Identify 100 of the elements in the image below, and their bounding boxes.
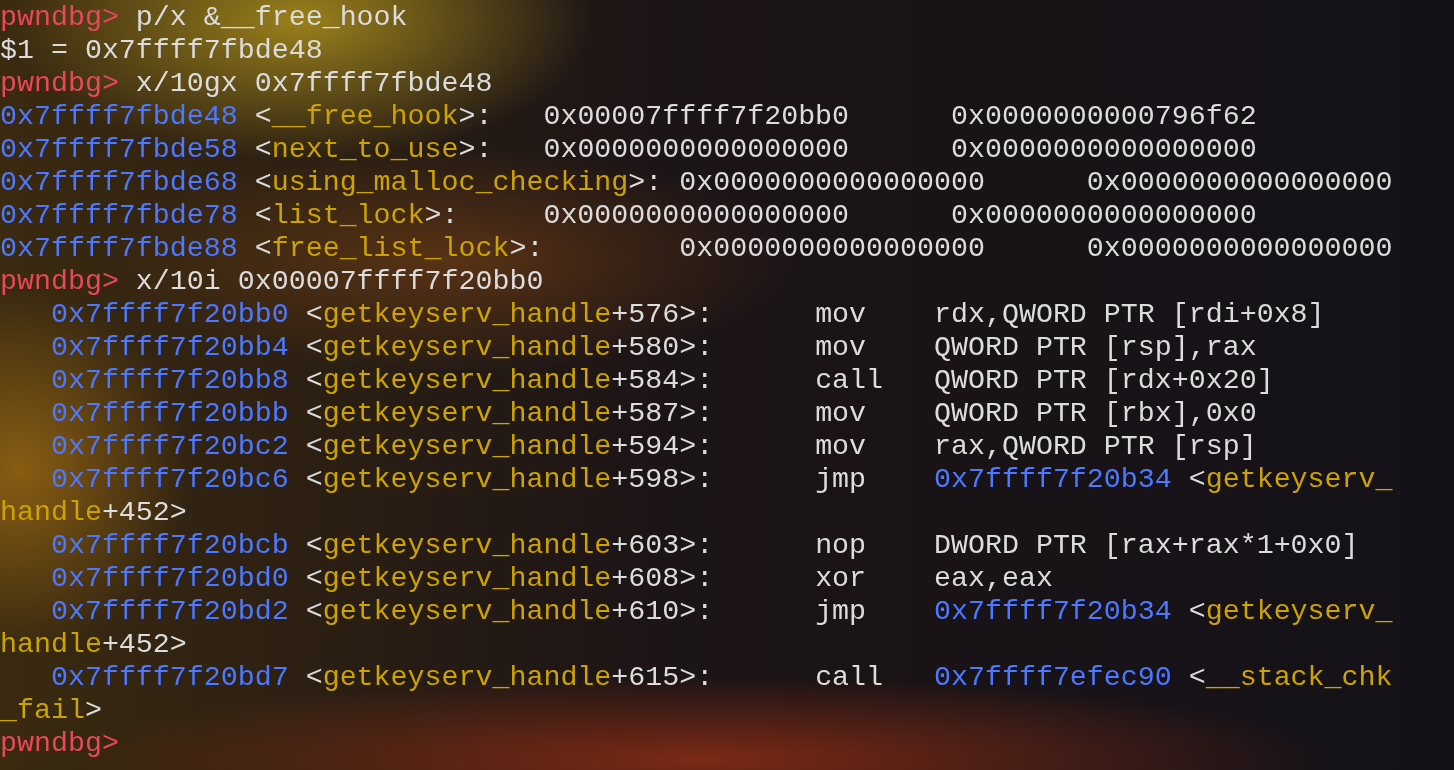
terminal-text: >:: [424, 199, 459, 231]
terminal-text: mov: [815, 397, 867, 429]
shell-prompt: pwndbg>: [0, 265, 119, 297]
terminal-text: xor: [815, 562, 867, 594]
memory-address: 0x7ffff7f20bb8: [50, 364, 289, 396]
terminal-text: 0x0000000000000000: [1086, 232, 1393, 264]
symbol-name: using_malloc_checking: [271, 166, 629, 198]
shell-prompt: pwndbg>: [0, 727, 119, 759]
memory-address: 0x7ffff7fbde58: [0, 133, 238, 165]
terminal-text: +610>:: [611, 595, 714, 627]
terminal-text: eax,eax: [934, 562, 1053, 594]
terminal-text: 0x0000000000000000: [543, 133, 850, 165]
terminal-text: >: [84, 694, 102, 726]
terminal-text: <: [254, 199, 272, 231]
memory-address: 0x7ffff7fbde78: [0, 199, 238, 231]
terminal-text: <: [305, 430, 323, 462]
memory-address: 0x7ffff7efec90: [934, 661, 1172, 693]
terminal-text: <: [1188, 661, 1206, 693]
symbol-name: getkeyserv_handle: [322, 529, 612, 561]
symbol-name: getkeyserv_: [1205, 595, 1393, 627]
terminal-text: mov: [815, 331, 867, 363]
symbol-name: getkeyserv_handle: [322, 595, 612, 627]
terminal-text: +598>:: [611, 463, 714, 495]
terminal-text: rdx,QWORD PTR [rdi+0x8]: [934, 298, 1325, 330]
symbol-name: __free_hook: [271, 100, 459, 132]
memory-address: 0x7ffff7f20b34: [934, 595, 1172, 627]
memory-address: 0x7ffff7f20bd2: [50, 595, 289, 627]
terminal-text: QWORD PTR [rbx],0x0: [934, 397, 1257, 429]
terminal-text: >:: [628, 166, 663, 198]
terminal-text: 0x0000000000000000: [679, 232, 985, 264]
terminal-text: <: [305, 661, 323, 693]
symbol-name: __stack_chk: [1205, 661, 1393, 693]
memory-address: 0x7ffff7fbde88: [0, 232, 238, 264]
terminal-text: <: [254, 133, 272, 165]
memory-address: 0x7ffff7fbde68: [0, 166, 238, 198]
terminal-text: 0x0000000000796f62: [950, 100, 1257, 132]
terminal-text: <: [305, 298, 323, 330]
shell-prompt: pwndbg>: [0, 67, 119, 99]
terminal-text: <: [305, 595, 323, 627]
symbol-name: free_list_lock: [271, 232, 510, 264]
terminal-text: 0x0000000000000000: [950, 199, 1257, 231]
terminal-text: >:: [458, 133, 493, 165]
symbol-name: list_lock: [271, 199, 425, 231]
memory-address: 0x7ffff7fbde48: [0, 100, 238, 132]
terminal-text: DWORD PTR [rax+rax*1+0x0]: [934, 529, 1359, 561]
terminal-text: <: [305, 397, 323, 429]
terminal-text: >:: [458, 100, 493, 132]
symbol-name: getkeyserv_handle: [322, 562, 612, 594]
memory-address: 0x7ffff7f20bc6: [50, 463, 289, 495]
terminal-text: rax,QWORD PTR [rsp]: [934, 430, 1257, 462]
symbol-name: getkeyserv_handle: [322, 661, 612, 693]
terminal-text: +594>:: [611, 430, 714, 462]
terminal-text: call: [815, 661, 884, 693]
memory-address: 0x7ffff7f20bb4: [50, 331, 289, 363]
terminal-text: +452>: [101, 496, 187, 528]
terminal-text: <: [305, 562, 323, 594]
terminal-text: <: [305, 364, 323, 396]
symbol-name: handle: [0, 496, 102, 528]
terminal-text: <: [1188, 595, 1206, 627]
terminal-text: +608>:: [611, 562, 714, 594]
terminal-text: 0x0000000000000000: [1086, 166, 1393, 198]
symbol-name: getkeyserv_: [1205, 463, 1393, 495]
memory-address: 0x7ffff7f20bd7: [50, 661, 289, 693]
symbol-name: _fail: [0, 694, 85, 726]
terminal-text: call: [815, 364, 884, 396]
terminal-text: p/x &__free_hook: [135, 1, 408, 33]
terminal-text: x/10gx 0x7ffff7fbde48: [135, 67, 493, 99]
terminal-text: +576>:: [611, 298, 714, 330]
terminal-text: jmp: [815, 595, 867, 627]
memory-address: 0x7ffff7f20bb0: [50, 298, 289, 330]
terminal-text: <: [305, 529, 323, 561]
symbol-name: getkeyserv_handle: [322, 463, 612, 495]
terminal-text: +580>:: [611, 331, 714, 363]
terminal-text: $1 = 0x7ffff7fbde48: [0, 34, 323, 66]
terminal-text: 0x0000000000000000: [543, 199, 850, 231]
symbol-name: getkeyserv_handle: [322, 298, 612, 330]
terminal-text: nop: [815, 529, 867, 561]
terminal-text: +584>:: [611, 364, 714, 396]
terminal-text: >:: [509, 232, 544, 264]
memory-address: 0x7ffff7f20bbb: [50, 397, 289, 429]
terminal-text: +587>:: [611, 397, 714, 429]
terminal-text: mov: [815, 430, 867, 462]
symbol-name: getkeyserv_handle: [322, 430, 612, 462]
terminal-text: <: [254, 166, 272, 198]
terminal-text: +452>: [101, 628, 187, 660]
terminal-text: jmp: [815, 463, 867, 495]
symbol-name: next_to_use: [271, 133, 459, 165]
terminal-text: <: [1188, 463, 1206, 495]
terminal-text: <: [254, 100, 272, 132]
terminal-text: <: [305, 331, 323, 363]
terminal-text: x/10i 0x00007ffff7f20bb0: [135, 265, 544, 297]
shell-prompt: pwndbg>: [0, 1, 119, 33]
symbol-name: getkeyserv_handle: [322, 397, 612, 429]
memory-address: 0x7ffff7f20bc2: [50, 430, 289, 462]
terminal-text: 0x00007ffff7f20bb0: [543, 100, 850, 132]
symbol-name: handle: [0, 628, 102, 660]
terminal-text: mov: [815, 298, 867, 330]
memory-address: 0x7ffff7f20bd0: [50, 562, 289, 594]
terminal-text: <: [254, 232, 272, 264]
terminal-text: 0x0000000000000000: [679, 166, 985, 198]
